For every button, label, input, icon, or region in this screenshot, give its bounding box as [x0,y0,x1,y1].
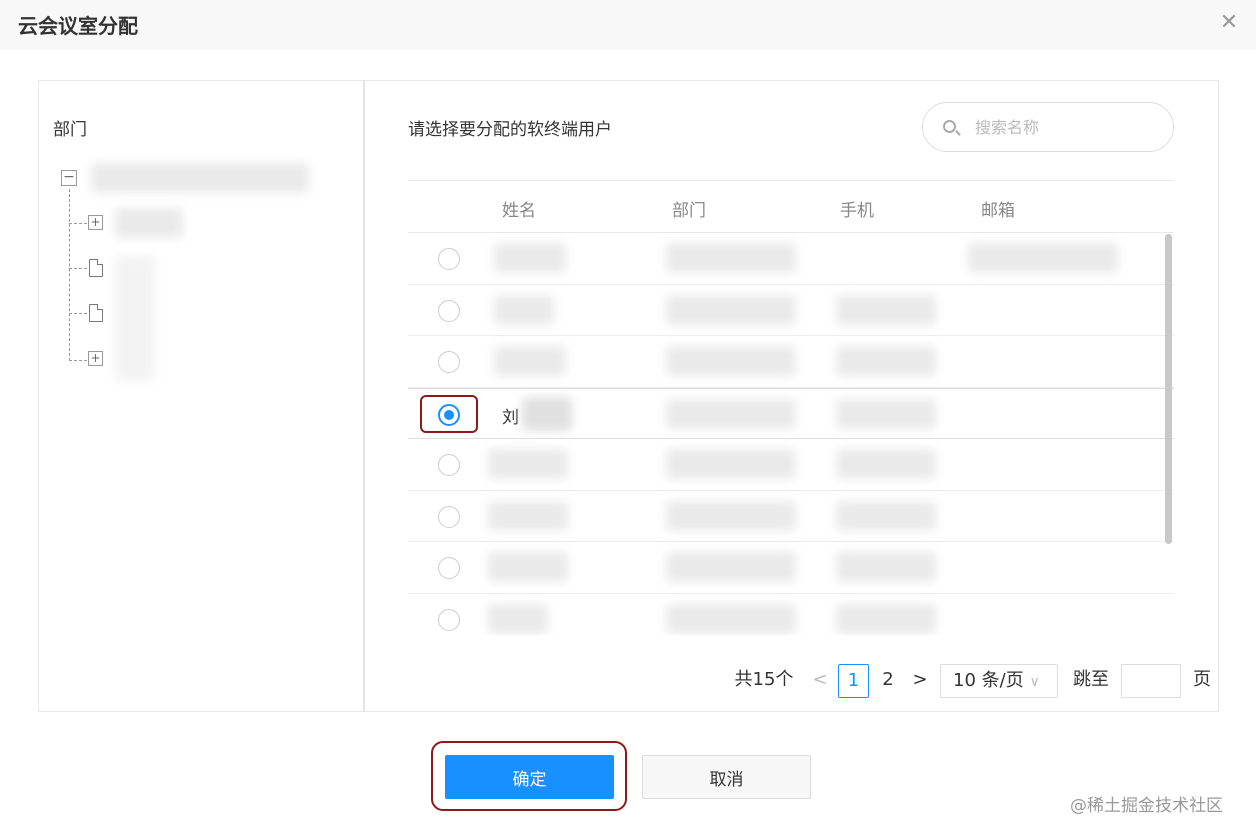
page-size-value: 10 条/页 [953,670,1024,691]
tree-connector [69,313,87,314]
file-icon [89,259,103,277]
name-cell-redacted [494,346,566,376]
name-cell-redacted [488,603,548,634]
next-page-icon[interactable]: > [910,664,930,698]
tree-node-label-redacted[interactable] [115,208,183,238]
file-icon [89,304,103,322]
phone-cell-redacted [836,552,936,582]
dialog-header: 云会议室分配 ✕ [0,0,1256,50]
department-label: 部门 [53,120,87,140]
collapse-icon[interactable]: − [61,170,77,186]
department-cell-redacted [666,294,796,325]
close-icon[interactable]: ✕ [1214,8,1244,38]
chevron-down-icon: ∨ [1029,674,1040,690]
user-table: 姓名 部门 手机 邮箱 刘 [408,180,1174,635]
phone-cell-redacted [836,346,936,376]
column-header-email: 邮箱 [981,201,1015,221]
phone-cell-redacted [836,500,936,531]
tree-connector [69,360,87,361]
row-radio-checked[interactable] [438,403,460,426]
department-tree-panel: 部门 − + + [39,81,365,711]
row-radio[interactable] [438,248,460,270]
allocation-dialog: 云会议室分配 ✕ 部门 − + + 请选择要分配的软终端用户 搜索名称 姓名 部… [0,0,1256,835]
name-cell-redacted [488,500,568,531]
name-cell-redacted [494,243,566,273]
column-header-department: 部门 [672,201,706,221]
tree-connector [69,189,70,361]
phone-cell-redacted [836,398,936,429]
search-icon [943,120,956,133]
row-radio[interactable] [438,351,460,373]
name-cell-redacted [488,449,568,479]
name-cell: 刘 [502,407,519,428]
expand-icon[interactable]: + [88,215,103,230]
department-cell-redacted [666,552,796,582]
table-header: 姓名 部门 手机 邮箱 [408,180,1174,233]
department-cell-redacted [666,500,796,531]
name-cell-redacted [488,552,568,582]
table-row[interactable] [408,336,1174,388]
jump-page-input[interactable] [1121,664,1181,698]
department-cell-redacted [666,449,796,479]
page-size-select[interactable]: 10 条/页 ∨ [940,664,1058,698]
email-cell-redacted [968,243,1118,273]
column-header-name: 姓名 [502,201,536,221]
table-scrollbar[interactable] [1165,234,1172,544]
row-radio[interactable] [438,608,460,631]
row-radio[interactable] [438,557,460,579]
jump-label: 跳至 [1073,669,1109,690]
table-row[interactable] [408,542,1174,594]
tree-root-label-redacted[interactable] [91,163,309,193]
dialog-body: 部门 − + + 请选择要分配的软终端用户 姓名 [38,80,1219,712]
row-radio[interactable] [438,454,460,476]
table-body: 刘 [408,233,1174,635]
prev-page-icon[interactable]: < [810,664,830,698]
dialog-title: 云会议室分配 [18,14,138,38]
phone-cell-redacted [836,449,936,479]
tree-node-labels-redacted [115,256,155,381]
column-header-phone: 手机 [840,201,874,221]
table-row[interactable] [408,233,1174,285]
phone-cell-redacted [836,603,936,634]
department-cell-redacted [666,346,796,376]
row-radio[interactable] [438,299,460,322]
page-1-button[interactable]: 1 [838,664,869,698]
expand-icon[interactable]: + [88,351,103,366]
phone-cell-redacted [836,294,936,325]
department-cell-redacted [666,243,796,273]
tree-connector [69,223,87,224]
search-input[interactable] [975,115,1155,139]
confirm-button[interactable]: 确定 [445,755,614,799]
table-row[interactable] [408,594,1174,636]
table-row[interactable] [408,439,1174,491]
table-row[interactable] [408,491,1174,542]
department-cell-redacted [666,603,796,634]
row-radio[interactable] [438,505,460,528]
cancel-button[interactable]: 取消 [642,755,811,799]
table-row-selected[interactable]: 刘 [408,387,1174,439]
tree-connector [69,268,87,269]
watermark: @稀土掘金技术社区 [1070,796,1223,816]
search-box[interactable] [922,102,1174,152]
page-2-button[interactable]: 2 [876,664,900,698]
user-list-panel: 请选择要分配的软终端用户 姓名 部门 手机 邮箱 [366,81,1218,711]
pagination-total: 共15个 [734,669,794,690]
name-cell-redacted [522,396,572,431]
selection-prompt: 请选择要分配的软终端用户 [408,120,612,140]
page-suffix: 页 [1193,669,1211,690]
department-cell-redacted [666,398,796,429]
pagination: 共15个 < 1 2 > 10 条/页 ∨ 跳至 页 [366,664,1218,700]
name-cell-redacted [494,294,554,325]
table-row[interactable] [408,285,1174,336]
